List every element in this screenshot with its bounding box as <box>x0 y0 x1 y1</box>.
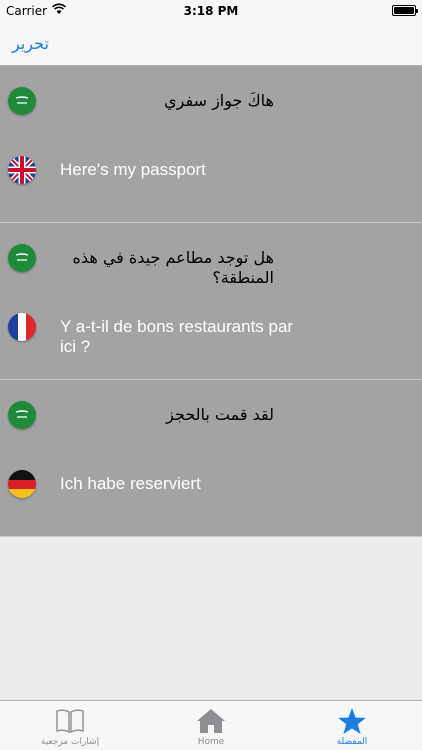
arabic-phrase-text: هاكَ جواز سفري <box>164 91 274 110</box>
clock: 3:18 PM <box>183 4 239 18</box>
navigation-bar: تحرير <box>0 22 422 66</box>
home-icon <box>197 709 225 733</box>
arabic-phrase-row[interactable]: هاكَ جواز سفري <box>0 66 422 136</box>
arabic-phrase-row[interactable]: هل توجد مطاعم جيدة في هذه المنطقة؟ <box>0 223 422 293</box>
tab-home[interactable]: Home <box>141 701 281 750</box>
battery-icon <box>392 5 418 16</box>
arabic-phrase-text: لقد قمت بالحجز <box>166 405 274 424</box>
saudi-flag-icon <box>8 244 36 272</box>
edit-button[interactable]: تحرير <box>12 34 49 53</box>
germany-flag-icon <box>8 470 36 498</box>
translation-row[interactable]: Y a-t-il de bons restaurants par ici ? <box>0 293 422 379</box>
france-flag-icon <box>8 313 36 341</box>
phrase-group[interactable]: هل توجد مطاعم جيدة في هذه المنطقة؟ Y a-t… <box>0 223 422 380</box>
translation-row[interactable]: Here's my passport <box>0 136 422 222</box>
translation-text: Here's my passport <box>60 160 206 179</box>
status-bar: Carrier 3:18 PM <box>0 0 422 22</box>
translation-text: Y a-t-il de bons restaurants par ici ? <box>60 317 294 356</box>
arabic-phrase-text: هل توجد مطاعم جيدة في هذه المنطقة؟ <box>72 248 274 287</box>
favorites-list: هاكَ جواز سفري Here's my passport هل توج… <box>0 66 422 537</box>
phrase-group[interactable]: هاكَ جواز سفري Here's my passport <box>0 66 422 223</box>
saudi-flag-icon <box>8 87 36 115</box>
translation-row[interactable]: Ich habe reserviert <box>0 450 422 536</box>
saudi-flag-icon <box>8 401 36 429</box>
tab-favorites[interactable]: المفضلة <box>282 701 422 750</box>
tab-label: Home <box>197 737 225 747</box>
tab-label: المفضلة <box>336 737 368 747</box>
star-icon <box>338 708 366 734</box>
phrase-group[interactable]: لقد قمت بالحجز Ich habe reserviert <box>0 380 422 537</box>
uk-flag-icon <box>8 156 36 184</box>
tab-label: إشارات مرجعية <box>40 737 100 747</box>
translation-text: Ich habe reserviert <box>60 474 201 493</box>
book-icon <box>56 709 84 734</box>
tab-bookmarks[interactable]: إشارات مرجعية <box>0 701 140 750</box>
tab-bar: إشارات مرجعية Home المفضلة <box>0 700 422 750</box>
arabic-phrase-row[interactable]: لقد قمت بالحجز <box>0 380 422 450</box>
